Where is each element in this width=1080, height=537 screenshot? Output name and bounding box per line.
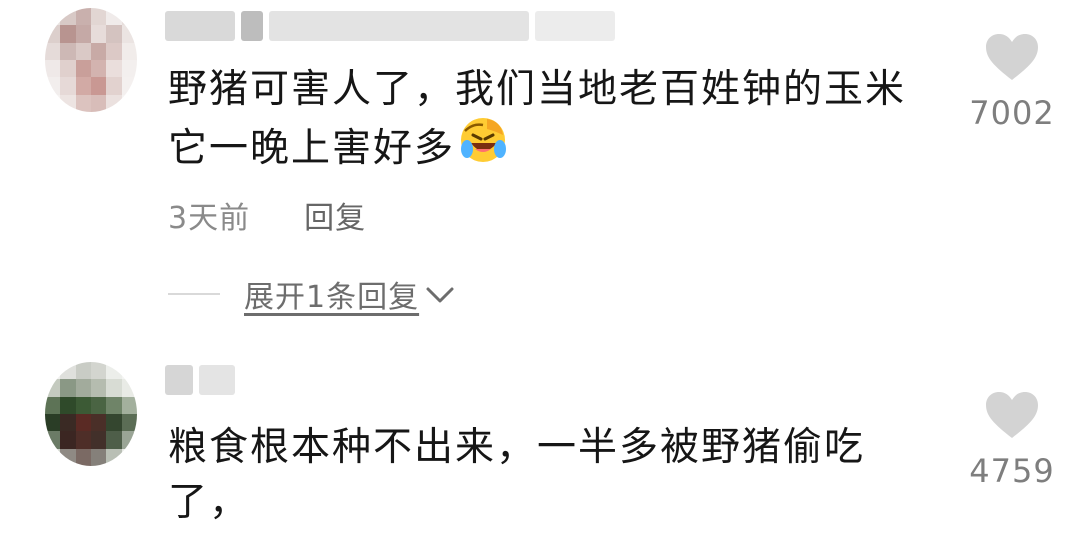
comment-line: 了， xyxy=(168,480,251,525)
avatar[interactable] xyxy=(45,362,137,466)
like-button[interactable]: 7002 xyxy=(966,32,1058,132)
expand-replies-button[interactable]: 展开1条回复 xyxy=(168,272,455,316)
like-count: 7002 xyxy=(969,94,1055,132)
comment-timestamp: 3天前 xyxy=(168,201,251,236)
avatar[interactable] xyxy=(45,8,137,112)
like-button[interactable]: 4759 xyxy=(966,390,1058,490)
comment-text: 野猪可害人了，我们当地老百姓钟的玉米 它一晚上害好多 xyxy=(168,62,906,184)
expand-replies-label[interactable]: 展开1条回复 xyxy=(244,272,419,316)
comment-item: 粮食根本种不出来，一半多被野猪偷吃 了， 4759 xyxy=(0,350,1080,537)
heart-icon[interactable] xyxy=(966,32,1058,86)
chevron-down-icon[interactable] xyxy=(425,279,455,314)
username-redacted[interactable] xyxy=(165,8,615,44)
comment-line: 它一晚上害好多 xyxy=(168,117,906,184)
comment-text: 粮食根本种不出来，一半多被野猪偷吃 了， xyxy=(168,420,865,530)
comment-line: 野猪可害人了，我们当地老百姓钟的玉米 xyxy=(168,67,907,112)
like-count: 4759 xyxy=(969,452,1055,490)
comment-item: 野猪可害人了，我们当地老百姓钟的玉米 它一晚上害好多 3天前 回复 展开1条回复 xyxy=(0,0,1080,340)
comment-line: 粮食根本种不出来，一半多被野猪偷吃 xyxy=(168,425,866,470)
comment-meta: 3天前 回复 xyxy=(168,193,366,237)
laughing-crying-emoji-icon xyxy=(457,113,509,180)
reply-button[interactable]: 回复 xyxy=(304,193,366,237)
divider xyxy=(168,293,220,295)
heart-icon[interactable] xyxy=(966,390,1058,444)
username-redacted[interactable] xyxy=(165,362,235,398)
